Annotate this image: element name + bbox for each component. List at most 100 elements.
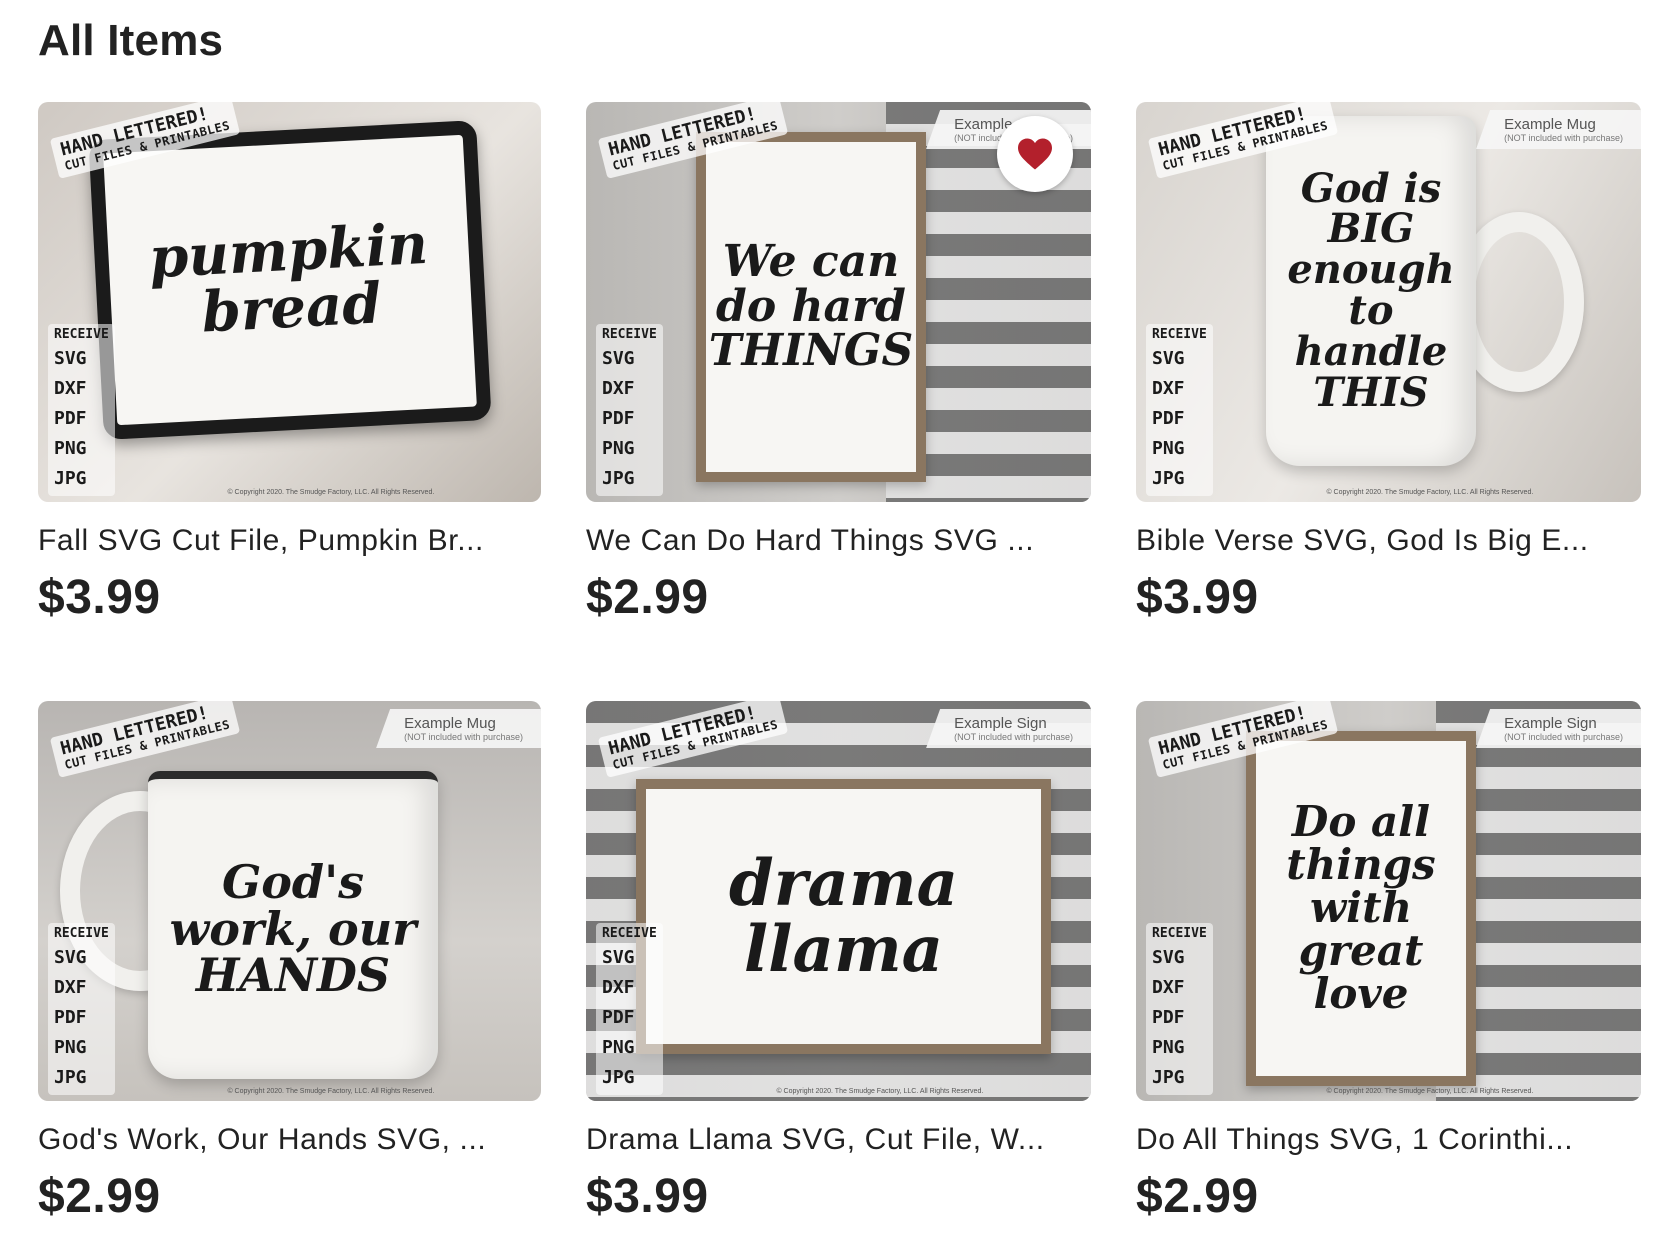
example-tag-label: Example Mug <box>404 715 496 732</box>
format-jpg: JPG <box>54 1067 87 1088</box>
format-png: PNG <box>602 1037 635 1058</box>
example-tag: Example Mug (NOT included with purchase) <box>1476 110 1641 149</box>
format-list: RECEIVE SVG DXF PDF PNG JPG <box>48 923 115 1095</box>
product-grid: pumpkin bread HAND LETTERED! CUT FILES &… <box>38 102 1641 1224</box>
receive-label: RECEIVE <box>1152 926 1207 941</box>
format-jpg: JPG <box>1152 468 1185 489</box>
format-svg: SVG <box>1152 348 1185 369</box>
format-png: PNG <box>1152 1037 1185 1058</box>
format-dxf: DXF <box>54 977 87 998</box>
copyright-note: © Copyright 2020. The Smudge Factory, LL… <box>1326 1088 1534 1095</box>
product-image[interactable]: God's work, our HANDS Example Mug (NOT i… <box>38 701 541 1101</box>
product-lettering: God's work, our HANDS <box>169 854 417 1003</box>
product-card[interactable]: God's work, our HANDS Example Mug (NOT i… <box>38 701 541 1224</box>
product-title[interactable]: Bible Verse SVG, God Is Big E... <box>1136 524 1641 558</box>
product-image[interactable]: Do all things with great love Example Si… <box>1136 701 1641 1101</box>
sign-frame: We can do hard THINGS <box>696 132 926 482</box>
format-svg: SVG <box>54 947 87 968</box>
product-title[interactable]: Do All Things SVG, 1 Corinthi... <box>1136 1123 1641 1157</box>
format-pdf: PDF <box>1152 1007 1185 1028</box>
product-price: $3.99 <box>38 571 161 624</box>
format-svg: SVG <box>602 348 635 369</box>
hand-lettered-badge: HAND LETTERED! CUT FILES & PRINTABLES <box>49 701 241 778</box>
product-lettering: God is BIG enough to handle THIS <box>1287 164 1455 416</box>
mug-mockup: God is BIG enough to handle THIS <box>1266 116 1476 466</box>
product-title[interactable]: Fall SVG Cut File, Pumpkin Br... <box>38 524 541 558</box>
format-png: PNG <box>602 438 635 459</box>
format-jpg: JPG <box>54 468 87 489</box>
product-lettering: We can do hard THINGS <box>708 235 914 377</box>
example-tag: Example Mug (NOT included with purchase) <box>376 709 541 748</box>
format-pdf: PDF <box>54 408 87 429</box>
format-png: PNG <box>1152 438 1185 459</box>
format-dxf: DXF <box>602 378 635 399</box>
product-lettering: Do all things with great love <box>1286 797 1436 1018</box>
product-card[interactable]: drama llama Example Sign (NOT included w… <box>586 701 1091 1224</box>
tablet-mockup: pumpkin bread <box>88 120 492 440</box>
product-lettering: pumpkin bread <box>147 210 430 346</box>
example-tag: Example Sign (NOT included with purchase… <box>926 709 1091 748</box>
format-dxf: DXF <box>602 977 635 998</box>
product-image[interactable]: We can do hard THINGS Example Sign (NOT … <box>586 102 1091 502</box>
example-tag: Example Sign (NOT included with purchase… <box>1476 709 1641 748</box>
product-image[interactable]: pumpkin bread HAND LETTERED! CUT FILES &… <box>38 102 541 502</box>
example-tag-label: Example Sign <box>954 715 1047 732</box>
format-dxf: DXF <box>54 378 87 399</box>
format-png: PNG <box>54 1037 87 1058</box>
format-svg: SVG <box>602 947 635 968</box>
format-svg: SVG <box>1152 947 1185 968</box>
product-price: $3.99 <box>1136 571 1259 624</box>
example-tag-label: Example Mug <box>1504 116 1596 133</box>
section-heading: All Items <box>38 16 224 65</box>
sign-frame: drama llama <box>636 779 1051 1054</box>
product-card[interactable]: God is BIG enough to handle THIS Example… <box>1136 102 1641 625</box>
format-pdf: PDF <box>1152 408 1185 429</box>
all-items-page: All Items pumpkin bread HAND LETTERED! C… <box>0 0 1666 1236</box>
copyright-note: © Copyright 2020. The Smudge Factory, LL… <box>227 1088 435 1095</box>
product-price: $2.99 <box>586 571 709 624</box>
format-list: RECEIVE SVG DXF PDF PNG JPG <box>1146 923 1213 1095</box>
product-price: $2.99 <box>38 1170 161 1223</box>
format-svg: SVG <box>54 348 87 369</box>
format-pdf: PDF <box>602 1007 635 1028</box>
heart-filled-icon <box>1018 138 1052 170</box>
format-jpg: JPG <box>1152 1067 1185 1088</box>
product-price: $3.99 <box>586 1170 709 1223</box>
example-tag-sub: (NOT included with purchase) <box>404 732 523 742</box>
format-list: RECEIVE SVG DXF PDF PNG JPG <box>596 324 663 496</box>
receive-label: RECEIVE <box>54 327 109 342</box>
product-title[interactable]: Drama Llama SVG, Cut File, W... <box>586 1123 1091 1157</box>
copyright-note: © Copyright 2020. The Smudge Factory, LL… <box>776 1088 984 1095</box>
product-title[interactable]: We Can Do Hard Things SVG ... <box>586 524 1091 558</box>
product-card[interactable]: Do all things with great love Example Si… <box>1136 701 1641 1224</box>
receive-label: RECEIVE <box>602 327 657 342</box>
example-tag-label: Example Sign <box>1504 715 1597 732</box>
receive-label: RECEIVE <box>54 926 109 941</box>
product-lettering: drama llama <box>728 846 959 987</box>
product-card[interactable]: pumpkin bread HAND LETTERED! CUT FILES &… <box>38 102 541 625</box>
favorite-button[interactable] <box>997 116 1073 192</box>
product-image[interactable]: God is BIG enough to handle THIS Example… <box>1136 102 1641 502</box>
receive-label: RECEIVE <box>602 926 657 941</box>
format-list: RECEIVE SVG DXF PDF PNG JPG <box>1146 324 1213 496</box>
format-png: PNG <box>54 438 87 459</box>
example-tag-sub: (NOT included with purchase) <box>954 732 1073 742</box>
mug-mockup: God's work, our HANDS <box>148 771 438 1079</box>
copyright-note: © Copyright 2020. The Smudge Factory, LL… <box>1326 489 1534 496</box>
format-jpg: JPG <box>602 1067 635 1088</box>
sign-frame: Do all things with great love <box>1246 731 1476 1086</box>
product-image[interactable]: drama llama Example Sign (NOT included w… <box>586 701 1091 1101</box>
product-title[interactable]: God's Work, Our Hands SVG, ... <box>38 1123 541 1157</box>
copyright-note: © Copyright 2020. The Smudge Factory, LL… <box>227 489 435 496</box>
format-pdf: PDF <box>54 1007 87 1028</box>
format-list: RECEIVE SVG DXF PDF PNG JPG <box>48 324 115 496</box>
format-dxf: DXF <box>1152 378 1185 399</box>
format-jpg: JPG <box>602 468 635 489</box>
format-list: RECEIVE SVG DXF PDF PNG JPG <box>596 923 663 1095</box>
example-tag-sub: (NOT included with purchase) <box>1504 133 1623 143</box>
receive-label: RECEIVE <box>1152 327 1207 342</box>
product-card[interactable]: We can do hard THINGS Example Sign (NOT … <box>586 102 1091 625</box>
format-dxf: DXF <box>1152 977 1185 998</box>
example-tag-sub: (NOT included with purchase) <box>1504 732 1623 742</box>
product-price: $2.99 <box>1136 1170 1259 1223</box>
